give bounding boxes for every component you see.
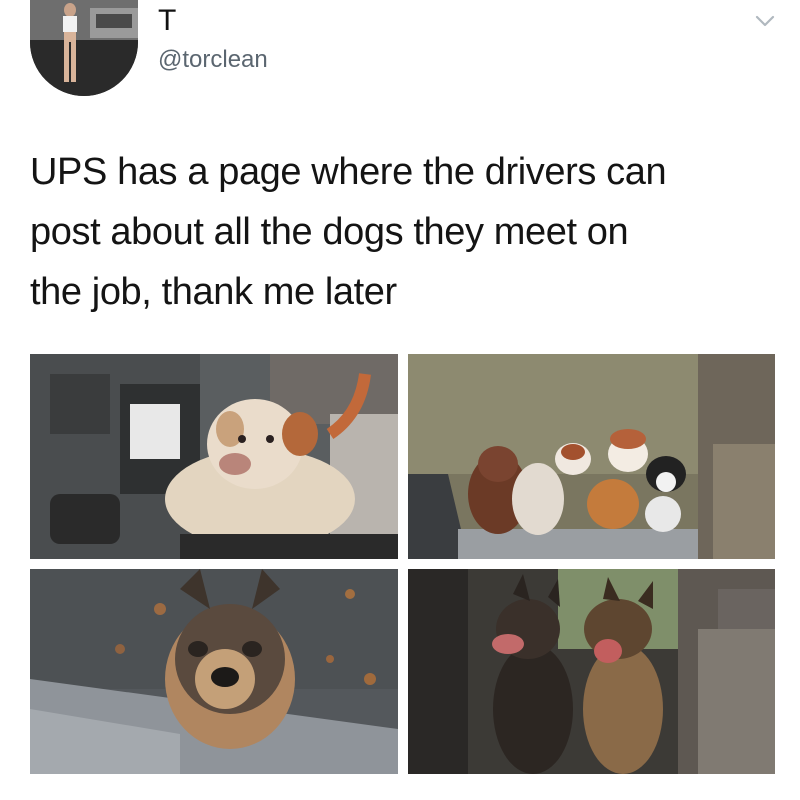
photo-puppies[interactable] [408,354,775,559]
tweet-card: T @torclean UPS has a page where the dri… [0,0,800,800]
tweet-text-line: the job, thank me later [30,271,397,313]
tweet-text-line: post about all the dogs they meet on [30,211,629,253]
tweet-text: UPS has a page where the drivers can pos… [30,142,770,322]
chevron-down-icon[interactable] [750,8,780,34]
photo-pitbull[interactable] [30,354,398,559]
user-handle[interactable]: @torclean [158,46,268,74]
media-grid[interactable] [30,354,775,774]
avatar[interactable] [30,0,138,96]
tweet-text-line: UPS has a page where the drivers can [30,151,667,193]
photo-akita[interactable] [30,569,398,774]
photo-shepherds[interactable] [408,569,775,774]
display-name[interactable]: T [158,6,176,36]
